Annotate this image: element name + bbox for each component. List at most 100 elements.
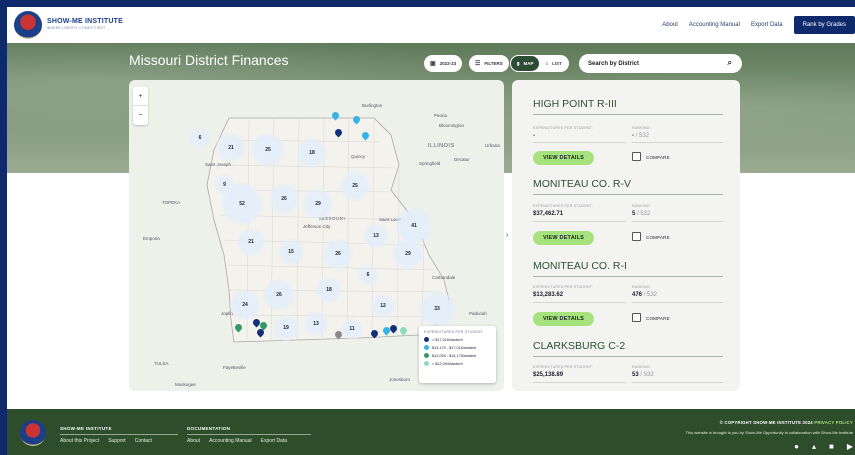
legend-label: < $12,094/student bbox=[432, 361, 463, 366]
github-icon[interactable]: ● bbox=[794, 443, 799, 451]
collapse-panel-chevron-icon[interactable]: › bbox=[506, 232, 508, 239]
legend-swatch bbox=[424, 345, 429, 350]
divider bbox=[533, 302, 626, 303]
district-cluster[interactable]: 18 bbox=[300, 141, 324, 165]
district-cluster[interactable]: 25 bbox=[343, 174, 367, 198]
footer-link-contact[interactable]: Contact bbox=[135, 438, 152, 444]
brand[interactable]: SHOW-ME INSTITUTE WHERE LIBERTY COMES FI… bbox=[47, 18, 123, 30]
footer-link-about[interactable]: About bbox=[187, 438, 200, 444]
district-cluster[interactable]: 25 bbox=[254, 136, 282, 164]
nav-link-accounting-manual[interactable]: Accounting Manual bbox=[689, 22, 740, 28]
footer-links-institute: About this Project Support Contact bbox=[60, 438, 152, 444]
legend-swatch bbox=[424, 353, 429, 358]
district-cluster[interactable]: 6 bbox=[192, 130, 208, 146]
compare-checkbox[interactable] bbox=[632, 152, 641, 161]
legend-title: EXPENDITURES PER STUDENT bbox=[424, 330, 484, 334]
footer-link-export-data[interactable]: Export Data bbox=[261, 438, 287, 444]
privacy-policy-link[interactable]: PRIVACY POLICY bbox=[814, 420, 853, 425]
nav-link-about[interactable]: About bbox=[662, 22, 678, 28]
district-cluster[interactable]: 41 bbox=[399, 211, 429, 241]
ranking-label: RANKING: bbox=[632, 365, 651, 369]
district-cluster[interactable]: 29 bbox=[306, 192, 330, 216]
district-cluster[interactable]: 52 bbox=[224, 186, 260, 222]
map-zoom-control: + − bbox=[133, 87, 148, 125]
footer-col-title: SHOW-ME INSTITUTE bbox=[60, 426, 112, 431]
list-icon: ≡ bbox=[545, 61, 549, 66]
legend-label: $14,179 - $17,016/student bbox=[432, 345, 477, 350]
footer-seal-logo[interactable] bbox=[20, 420, 46, 446]
brand-tagline: WHERE LIBERTY COMES FIRST bbox=[47, 26, 106, 30]
district-cluster[interactable]: 26 bbox=[272, 187, 296, 211]
map-label-tulsa: TULSA bbox=[154, 361, 169, 366]
rank-by-grades-button[interactable]: Rank by Grades bbox=[793, 16, 855, 34]
twitter-icon[interactable]: ▴ bbox=[812, 443, 816, 451]
footer-link-accounting-manual[interactable]: Accounting Manual bbox=[209, 438, 252, 444]
legend-item: $12,094 - $14,178/student bbox=[424, 353, 491, 358]
district-cluster[interactable]: 12 bbox=[374, 297, 392, 315]
map-label-topeka: TOPEKA bbox=[162, 200, 181, 205]
district-cluster[interactable]: 29 bbox=[395, 241, 421, 267]
expenditure-legend: EXPENDITURES PER STUDENT > $17,016/stude… bbox=[419, 326, 496, 383]
district-cluster[interactable]: 13 bbox=[307, 315, 325, 333]
compare-checkbox[interactable] bbox=[632, 313, 641, 322]
view-details-button[interactable]: VIEW DETAILS bbox=[533, 312, 594, 326]
district-card: CLARKSBURG C-2 bbox=[533, 340, 723, 357]
list-view-button[interactable]: ≡ LIST bbox=[539, 56, 567, 71]
compare-checkbox[interactable] bbox=[632, 232, 641, 241]
expenditure-value: - bbox=[533, 133, 535, 139]
nav-link-export-data[interactable]: Export Data bbox=[751, 22, 783, 28]
search-icon[interactable]: ⌕ bbox=[728, 58, 732, 68]
district-cluster[interactable]: 26 bbox=[326, 242, 350, 266]
map-label-paducah: Paducah bbox=[469, 311, 487, 316]
divider bbox=[632, 142, 723, 143]
institute-seal-logo[interactable] bbox=[14, 11, 42, 39]
year-selector[interactable]: ▣ 2022-23 bbox=[424, 55, 463, 72]
district-cluster[interactable]: 26 bbox=[266, 282, 292, 308]
district-cluster[interactable]: 24 bbox=[233, 293, 257, 317]
site-header: SHOW-ME INSTITUTE WHERE LIBERTY COMES FI… bbox=[7, 7, 855, 43]
map-label-emporia: Emporia bbox=[143, 236, 160, 241]
compare-label: COMPARE bbox=[646, 316, 670, 321]
district-cluster[interactable]: 19 bbox=[276, 318, 296, 338]
district-cluster[interactable]: 11 bbox=[344, 321, 360, 337]
main-nav: About Accounting Manual Export Data Rank… bbox=[662, 7, 855, 43]
map-label-carbondale: Carbondale bbox=[432, 275, 456, 280]
filters-button[interactable]: ☰ FILTERS bbox=[469, 55, 509, 72]
map-label-joplin: Joplin bbox=[221, 311, 233, 316]
footer-col-title: DOCUMENTATION bbox=[187, 426, 231, 431]
zoom-out-button[interactable]: − bbox=[133, 106, 148, 125]
ranking-value: 476 / 532 bbox=[632, 292, 658, 298]
view-details-button[interactable]: VIEW DETAILS bbox=[533, 231, 594, 245]
divider bbox=[533, 142, 626, 143]
district-cluster[interactable]: 6 bbox=[361, 268, 375, 282]
district-cluster[interactable]: 21 bbox=[219, 136, 243, 160]
view-details-button[interactable]: VIEW DETAILS bbox=[533, 151, 594, 165]
district-cluster[interactable]: 33 bbox=[422, 294, 452, 324]
legend-item: $14,179 - $17,016/student bbox=[424, 345, 491, 350]
legend-swatch bbox=[424, 361, 429, 366]
ranking-label: RANKING: bbox=[632, 204, 651, 208]
footer-link-about-project[interactable]: About this Project bbox=[60, 438, 99, 444]
district-card: MONITEAU CO. R-V bbox=[533, 178, 723, 195]
district-cluster[interactable]: 15 bbox=[281, 242, 301, 262]
zoom-in-button[interactable]: + bbox=[133, 87, 148, 106]
district-cluster[interactable]: 21 bbox=[240, 231, 262, 253]
district-name: MONITEAU CO. R-I bbox=[533, 260, 723, 277]
calendar-icon: ▣ bbox=[430, 61, 436, 67]
district-cluster[interactable]: 18 bbox=[319, 280, 339, 300]
district-cluster[interactable]: 13 bbox=[366, 226, 386, 246]
expenditure-label: EXPENDITURES PER STUDENT: bbox=[533, 285, 593, 289]
compare-label: COMPARE bbox=[646, 235, 670, 240]
map-label-missouri: MISSOURI bbox=[319, 216, 346, 221]
map-view-button[interactable]: ▮ MAP bbox=[511, 56, 540, 71]
footer-link-support[interactable]: Support bbox=[108, 438, 126, 444]
district-search-input[interactable]: Search by District ⌕ bbox=[579, 54, 742, 73]
social-links: ● ▴ ■ ▶ bbox=[794, 443, 853, 451]
map-label-springfield: Springfield bbox=[419, 161, 441, 166]
divider bbox=[533, 221, 626, 222]
youtube-icon[interactable]: ▶ bbox=[847, 443, 853, 451]
divider bbox=[632, 302, 723, 303]
linkedin-icon[interactable]: ■ bbox=[829, 443, 834, 451]
compare-label: COMPARE bbox=[646, 155, 670, 160]
legend-item: > $17,016/student bbox=[424, 337, 491, 342]
